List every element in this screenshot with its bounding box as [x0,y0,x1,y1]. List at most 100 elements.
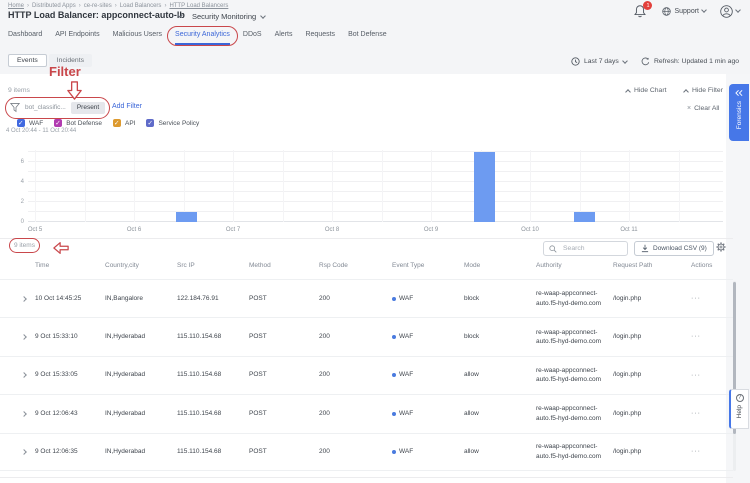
checkbox-item[interactable]: Bot Defense [54,119,102,127]
table-row[interactable]: 10 Oct 14:45:25 IN,Bangalore 122.184.76.… [0,279,733,317]
nav-tab[interactable]: API Endpoints [55,31,99,45]
cell-authority: re-waap-appconnect-auto.f5-hyd-demo.com [536,289,613,308]
support-menu[interactable]: Support [662,7,706,16]
breadcrumb-item[interactable]: HTTP Load Balancers [169,3,228,9]
nav-tab[interactable]: Dashboard [8,31,42,45]
search-input[interactable] [561,244,621,253]
row-menu-button[interactable] [691,333,701,340]
security-analytics-page: Home Distributed Apps ce-re-sites Load B… [0,0,750,483]
header-actions: 1 Support [634,4,740,18]
checkbox-check-icon[interactable] [54,119,62,127]
row-expand-icon[interactable] [21,296,27,302]
filter-operator-chip[interactable]: Present [71,102,105,114]
chart-bar[interactable] [574,212,595,222]
breadcrumb-item[interactable]: Distributed Apps [32,3,81,9]
table-row[interactable]: 9 Oct 12:06:43 IN,Hyderabad 115.110.154.… [0,394,733,432]
nav-tab[interactable]: Alerts [275,31,293,45]
checkbox-item[interactable]: WAF [17,119,43,127]
filter-chip[interactable]: bot_classific... Present [10,100,105,115]
row-menu-button[interactable] [691,410,701,417]
top-bar: Home Distributed Apps ce-re-sites Load B… [0,0,750,74]
chart-plot-area [28,150,723,222]
table-row[interactable]: 9 Oct 15:33:05 IN,Hyderabad 115.110.154.… [0,356,733,394]
y-axis-tick: 4 [12,179,24,185]
chart-bar[interactable] [176,212,197,222]
cell-event-type: WAF [392,409,464,419]
time-range-select[interactable]: Last 7 days [571,57,627,66]
download-icon [641,244,649,253]
table-search[interactable] [543,241,628,256]
forensics-side-tab[interactable]: Forensics [729,84,749,141]
cell-request-path: /login.php [613,294,691,304]
chart-gridline [28,221,723,222]
hide-chart-label: Hide Chart [634,87,667,94]
checkbox-label: API [125,120,135,127]
table-row[interactable]: 9 Oct 15:33:10 IN,Hyderabad 115.110.154.… [0,317,733,355]
account-menu[interactable] [720,5,740,18]
column-header[interactable]: Method [249,262,319,269]
help-icon: ? [736,394,744,402]
row-expand-icon[interactable] [21,334,27,340]
column-header[interactable]: Authority [536,262,613,269]
x-axis-tick: Oct 9 [424,227,438,233]
checkbox-check-icon[interactable] [113,119,121,127]
chart-gridline [382,150,383,222]
row-expand-icon[interactable] [21,411,27,417]
column-header[interactable]: Actions [691,262,733,269]
chevron-down-icon [260,13,266,19]
column-header[interactable]: Src IP [177,262,249,269]
cell-request-path: /login.php [613,447,691,457]
events-button[interactable]: Events [8,54,47,67]
chevron-down-icon [622,58,628,64]
row-menu-button[interactable] [691,448,701,455]
table-settings-button[interactable] [716,242,726,252]
hide-filter-button[interactable]: Hide Filter [684,87,723,94]
column-header[interactable]: Rsp Code [319,262,392,269]
row-menu-button[interactable] [691,372,701,379]
column-header[interactable]: Mode [464,262,536,269]
column-header[interactable]: Request Path [613,262,691,269]
help-side-tab[interactable]: ? Help [729,389,749,429]
column-header[interactable]: Event Type [392,262,464,269]
column-header[interactable]: Time [35,262,105,269]
table-row[interactable]: 9 Oct 12:06:35 IN,Hyderabad 115.110.154.… [0,433,733,471]
add-filter-button[interactable]: Add Filter [112,103,142,110]
row-menu-button[interactable] [691,295,701,302]
checkbox-label: Service Policy [158,120,199,127]
chart-gridline [28,161,723,162]
nav-tab[interactable]: DDoS [243,31,262,45]
clear-all-button[interactable]: × Clear All [687,105,719,112]
chevron-up-icon [683,89,689,95]
download-csv-button[interactable]: Download CSV (9) [634,241,714,256]
context-select-value: Security Monitoring [192,12,256,21]
chart-gridline [35,150,36,222]
breadcrumb-item[interactable]: Load Balancers [120,3,167,9]
notifications-button[interactable]: 1 [634,4,648,18]
context-select[interactable]: Security Monitoring [192,12,265,21]
search-icon [549,245,557,253]
row-expand-icon[interactable] [21,373,27,379]
nav-tab[interactable]: Bot Defense [348,31,387,45]
nav-tab[interactable]: Security Analytics [175,31,230,45]
chart-gridline [679,150,680,222]
checkbox-check-icon[interactable] [17,119,25,127]
checkbox-item[interactable]: API [113,119,135,127]
help-label: Help [736,405,743,418]
breadcrumb-item[interactable]: Home [8,3,29,9]
hide-chart-button[interactable]: Hide Chart [626,87,667,94]
nav-tab[interactable]: Requests [305,31,335,45]
x-axis-tick: Oct 5 [28,227,42,233]
x-axis-tick: Oct 11 [620,227,637,233]
column-header[interactable]: Country,city [105,262,177,269]
cell-request-path: /login.php [613,332,691,342]
breadcrumb-item[interactable]: ce-re-sites [84,3,117,9]
checkbox-item[interactable]: Service Policy [146,119,199,127]
checkbox-check-icon[interactable] [146,119,154,127]
y-axis-tick: 0 [12,219,24,225]
incidents-button[interactable]: Incidents [49,54,92,67]
chart-bar[interactable] [474,152,495,222]
nav-tab[interactable]: Malicious Users [113,31,162,45]
refresh-button[interactable]: Refresh: Updated 1 min ago [641,57,739,66]
download-csv-label: Download CSV (9) [653,245,707,252]
row-expand-icon[interactable] [21,449,27,455]
